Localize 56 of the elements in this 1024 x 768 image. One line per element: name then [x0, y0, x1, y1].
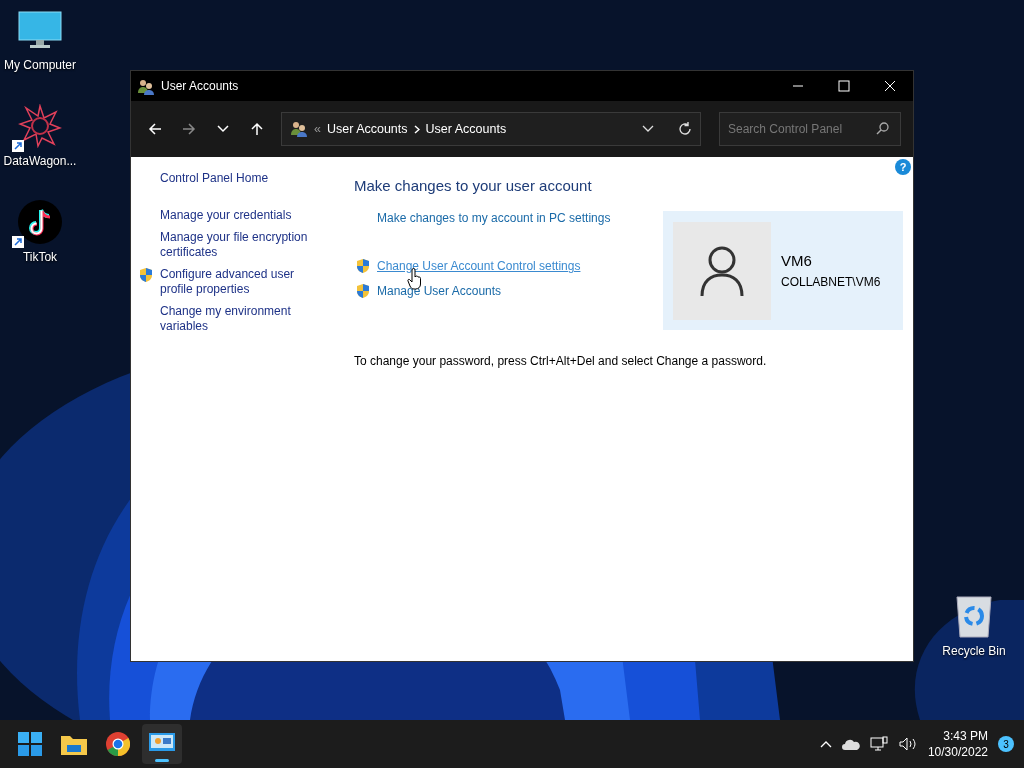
notification-badge[interactable]: 3 — [998, 736, 1014, 752]
search-field[interactable]: Search Control Panel — [719, 112, 901, 146]
account-domain: COLLABNET\VM6 — [781, 273, 881, 291]
window-title: User Accounts — [161, 78, 239, 95]
page-heading: Make changes to your user account — [354, 177, 593, 195]
users-icon — [290, 121, 308, 137]
search-icon — [876, 122, 889, 135]
chevron-down-icon[interactable] — [217, 125, 229, 133]
taskbar-button[interactable] — [142, 724, 182, 764]
recycle-bin-icon — [955, 594, 993, 638]
sidebar-link[interactable]: Manage your credentials — [160, 208, 292, 223]
back-arrow-icon[interactable] — [148, 122, 162, 136]
chevron-up-icon[interactable] — [819, 740, 832, 748]
sidebar-link[interactable]: Configure advanced user profile properties — [160, 267, 315, 297]
volume-icon[interactable] — [897, 736, 918, 752]
address-bar[interactable]: « User Accounts User Accounts — [281, 112, 701, 146]
desktop-icon-label[interactable]: Recycle Bin — [942, 642, 1006, 660]
account-name: VM6 — [781, 251, 813, 272]
breadcrumb[interactable]: User Accounts — [425, 119, 507, 139]
chrome-icon — [106, 732, 130, 756]
shield-icon — [138, 267, 153, 283]
cloud-icon[interactable] — [841, 738, 860, 750]
shield-icon — [355, 258, 370, 274]
dropdown-icon[interactable] — [642, 125, 654, 133]
close-icon[interactable] — [884, 80, 896, 92]
users-icon — [137, 78, 155, 95]
overflow-chevron[interactable]: « — [314, 119, 321, 139]
breadcrumb[interactable]: User Accounts — [326, 119, 408, 139]
windows-logo-icon — [18, 732, 42, 756]
settings-link[interactable]: Change User Account Control settings — [377, 257, 581, 275]
breadcrumb-separator-icon — [413, 124, 420, 134]
sidebar-link[interactable]: Change my environment variables — [160, 304, 315, 334]
forward-arrow-icon[interactable] — [182, 122, 196, 136]
desktop-icon-label[interactable]: TikTok — [22, 248, 58, 266]
desktop-icon-label[interactable]: My Computer — [4, 56, 76, 74]
monitor-icon — [18, 10, 62, 50]
shortcut-arrow-icon — [12, 140, 24, 152]
help-button[interactable]: ? — [895, 159, 911, 175]
up-arrow-icon[interactable] — [250, 122, 264, 136]
sidebar-link[interactable]: Control Panel Home — [160, 171, 269, 186]
star-pattern-icon — [18, 104, 62, 148]
desktop-icon-label[interactable]: DataWagon... — [3, 152, 77, 170]
sidebar-link[interactable]: Manage your file encryption certificates — [160, 230, 315, 260]
shortcut-arrow-icon — [12, 236, 24, 248]
clock-time[interactable]: 3:43 PM — [943, 728, 988, 744]
clock-date[interactable]: 10/30/2022 — [927, 744, 988, 760]
settings-link[interactable]: Make changes to my account in PC settings — [377, 209, 611, 227]
network-icon[interactable] — [869, 736, 888, 752]
user-avatar-icon — [699, 244, 745, 297]
folder-icon — [61, 733, 87, 755]
settings-link[interactable]: Manage User Accounts — [377, 282, 502, 300]
shield-icon — [355, 283, 370, 299]
refresh-icon[interactable] — [678, 122, 692, 136]
music-note-icon — [18, 200, 62, 244]
maximize-icon[interactable] — [838, 80, 850, 92]
password-note: To change your password, press Ctrl+Alt+Del and select Change a password. — [354, 353, 768, 370]
